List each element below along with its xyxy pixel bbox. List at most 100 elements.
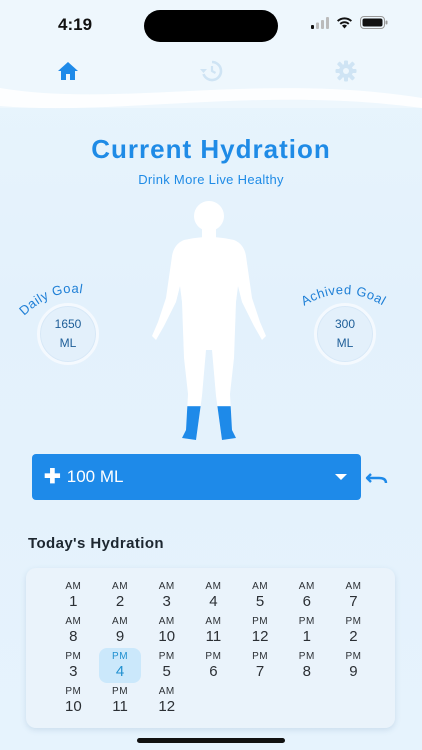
hour-period: AM: [205, 615, 222, 627]
hour-number: 1: [69, 592, 78, 610]
hour-grid: AM 1 AM 2 AM 3 AM 4 AM 5 AM 6 AM 7 AM 8 AM 9 AM 10 AM 11 PM 12 P…: [50, 578, 378, 718]
dynamic-island: [144, 10, 278, 42]
hour-number: 4: [115, 662, 125, 680]
add-water-dropdown[interactable]: ✚ 100 ML: [32, 454, 361, 500]
hour-period: PM: [158, 650, 175, 662]
hour-period: AM: [112, 580, 129, 592]
daily-goal-badge: 1650 ML: [37, 303, 99, 365]
hour-cell[interactable]: AM 2: [97, 578, 144, 613]
hour-number: 11: [205, 627, 222, 645]
daily-goal-unit: ML: [59, 336, 77, 350]
body-hydration-figure: [152, 201, 266, 440]
hour-cell[interactable]: PM 1: [283, 613, 330, 648]
gear-icon: [335, 60, 357, 82]
hour-period: AM: [205, 580, 222, 592]
hour-number: 2: [349, 627, 358, 645]
status-icons: [311, 16, 388, 29]
hour-cell[interactable]: AM 10: [143, 613, 190, 648]
hour-cell[interactable]: AM 7: [330, 578, 377, 613]
hour-cell[interactable]: AM 6: [283, 578, 330, 613]
hour-number: 10: [65, 697, 82, 715]
hour-period: AM: [345, 580, 362, 592]
hour-number: 8: [69, 627, 78, 645]
hour-period: PM: [112, 650, 129, 662]
daily-goal-value: 1650: [54, 316, 82, 331]
hour-cell[interactable]: PM 5: [143, 648, 190, 683]
hour-number: 7: [349, 592, 358, 610]
hour-number: 6: [209, 662, 218, 680]
hour-cell[interactable]: AM 3: [143, 578, 190, 613]
undo-icon[interactable]: [365, 468, 389, 488]
today-hydration-title: Today's Hydration: [28, 535, 164, 552]
add-amount-label: 100 ML: [66, 467, 124, 486]
page-title: Current Hydration: [91, 134, 331, 164]
hour-period: AM: [65, 615, 82, 627]
hour-cell[interactable]: PM 2: [330, 613, 377, 648]
hour-picker-panel: AM 1 AM 2 AM 3 AM 4 AM 5 AM 6 AM 7 AM 8 AM 9 AM 10 AM 11 PM 12 P…: [26, 568, 395, 728]
hour-period: PM: [65, 685, 82, 697]
hour-number: 6: [302, 592, 311, 610]
hour-number: 11: [112, 697, 128, 715]
hour-cell[interactable]: AM 11: [190, 613, 237, 648]
home-indicator[interactable]: [137, 738, 285, 743]
hour-cell[interactable]: AM 12: [143, 683, 190, 718]
hour-period: AM: [158, 685, 175, 697]
hour-number: 4: [209, 592, 218, 610]
plus-icon: ✚: [44, 466, 61, 488]
hour-number: 1: [302, 627, 311, 645]
hour-cell[interactable]: PM 7: [237, 648, 284, 683]
nav-settings-button[interactable]: [333, 58, 359, 84]
hour-cell[interactable]: PM 4: [98, 648, 142, 683]
hour-period: PM: [205, 650, 222, 662]
hour-period: PM: [298, 615, 315, 627]
hour-cell[interactable]: PM 11: [97, 683, 144, 718]
water-fill: [152, 406, 266, 440]
hour-number: 3: [162, 592, 171, 610]
page-subtitle: Drink More Live Healthy: [138, 172, 284, 187]
hour-period: PM: [345, 650, 362, 662]
hour-cell[interactable]: PM 6: [190, 648, 237, 683]
hour-period: PM: [112, 685, 129, 697]
achieved-goal-unit: ML: [336, 336, 354, 350]
signal-icon: [311, 16, 329, 29]
hour-number: 5: [162, 662, 171, 680]
hour-number: 10: [158, 627, 176, 645]
history-icon: [200, 60, 223, 82]
achieved-goal-value: 300: [334, 316, 356, 331]
hour-cell[interactable]: PM 3: [50, 648, 97, 683]
hour-number: 8: [302, 662, 311, 680]
hour-period: AM: [158, 580, 175, 592]
hour-period: AM: [158, 615, 175, 627]
hour-number: 12: [158, 697, 176, 715]
hour-number: 12: [251, 627, 269, 645]
hour-cell[interactable]: AM 5: [237, 578, 284, 613]
hour-cell[interactable]: AM 1: [50, 578, 97, 613]
battery-icon: [360, 16, 388, 29]
hour-cell[interactable]: PM 12: [237, 613, 284, 648]
hour-period: PM: [345, 615, 362, 627]
achieved-goal-badge: 300 ML: [314, 303, 376, 365]
hour-period: AM: [252, 580, 269, 592]
wifi-icon: [337, 16, 352, 28]
hour-cell[interactable]: AM 9: [97, 613, 144, 648]
hour-number: 7: [255, 662, 265, 680]
hour-cell[interactable]: AM 8: [50, 613, 97, 648]
hour-cell[interactable]: PM 9: [330, 648, 377, 683]
hour-cell[interactable]: PM 10: [50, 683, 97, 718]
hour-period: AM: [65, 580, 82, 592]
hour-number: 2: [115, 592, 125, 610]
nav-history-button[interactable]: [198, 58, 224, 84]
hour-cell[interactable]: AM 4: [190, 578, 237, 613]
nav-home-button[interactable]: [55, 58, 81, 84]
hour-period: PM: [252, 615, 269, 627]
hour-period: PM: [65, 650, 82, 662]
hour-period: AM: [112, 615, 129, 627]
hour-period: PM: [252, 650, 269, 662]
hour-number: 5: [255, 592, 265, 610]
hour-number: 9: [115, 627, 125, 645]
hour-period: PM: [298, 650, 315, 662]
chevron-down-icon: [335, 474, 347, 480]
home-icon: [58, 62, 78, 80]
hour-cell[interactable]: PM 8: [283, 648, 330, 683]
status-bar: 4:19: [0, 0, 422, 52]
